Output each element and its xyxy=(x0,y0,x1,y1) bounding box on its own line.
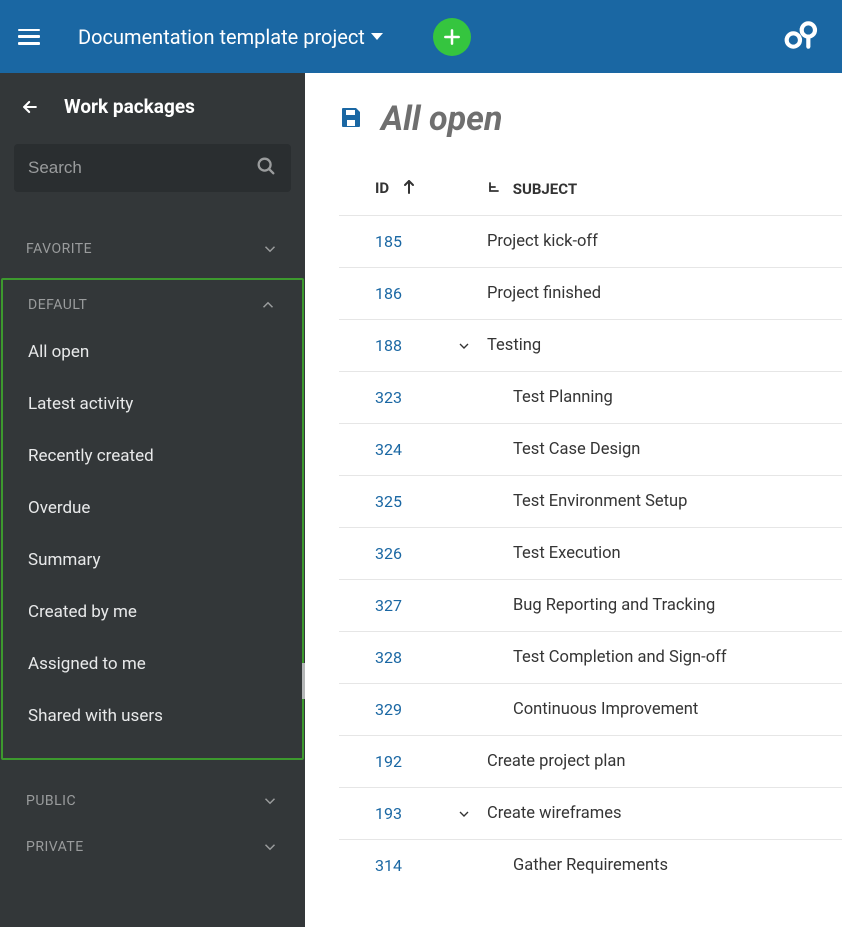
work-package-subject: Create project plan xyxy=(487,752,625,771)
work-package-subject: Testing xyxy=(487,336,541,355)
work-package-subject: Create wireframes xyxy=(487,804,621,823)
work-package-subject: Continuous Improvement xyxy=(487,700,698,719)
project-selector[interactable]: Documentation template project xyxy=(78,25,383,49)
plus-icon xyxy=(442,27,462,47)
section-public[interactable]: PUBLIC xyxy=(20,778,285,824)
work-package-id-link[interactable]: 185 xyxy=(375,232,402,251)
section-private[interactable]: PRIVATE xyxy=(20,824,285,870)
work-package-id-link[interactable]: 314 xyxy=(375,856,402,875)
work-package-id-link[interactable]: 186 xyxy=(375,284,402,303)
work-package-id-link[interactable]: 328 xyxy=(375,648,402,667)
query-item[interactable]: All open xyxy=(22,332,283,378)
hierarchy-icon xyxy=(487,181,501,199)
section-default-label: DEFAULT xyxy=(28,297,87,313)
work-package-id-link[interactable]: 327 xyxy=(375,596,402,615)
work-package-id-link[interactable]: 324 xyxy=(375,440,402,459)
query-item[interactable]: Summary xyxy=(22,534,283,586)
column-header-id[interactable]: ID xyxy=(339,167,449,216)
table-row[interactable]: 327 Bug Reporting and Tracking xyxy=(339,580,842,632)
column-header-subject[interactable]: SUBJECT xyxy=(479,167,842,216)
table-row[interactable]: 328 Test Completion and Sign-off xyxy=(339,632,842,684)
chevron-up-icon xyxy=(259,296,277,314)
query-item[interactable]: Created by me xyxy=(22,586,283,638)
work-package-subject: Project kick-off xyxy=(487,232,598,251)
section-default-highlight: DEFAULT All openLatest activityRecently … xyxy=(1,278,304,760)
table-row[interactable]: 329 Continuous Improvement xyxy=(339,684,842,736)
sidebar: Work packages FAVORITE DEFAULT xyxy=(0,73,305,927)
table-row[interactable]: 324 Test Case Design xyxy=(339,424,842,476)
work-package-subject: Project finished xyxy=(487,284,601,303)
table-row[interactable]: 326 Test Execution xyxy=(339,528,842,580)
caret-down-icon xyxy=(371,33,383,40)
section-public-label: PUBLIC xyxy=(26,793,76,809)
table-row[interactable]: 325 Test Environment Setup xyxy=(339,476,842,528)
chevron-down-icon xyxy=(261,792,279,810)
project-name: Documentation template project xyxy=(78,25,365,49)
query-item[interactable]: Latest activity xyxy=(22,378,283,430)
work-package-id-link[interactable]: 188 xyxy=(375,336,402,355)
work-package-subject: Gather Requirements xyxy=(487,856,668,875)
work-package-subject: Test Planning xyxy=(487,388,613,407)
chevron-down-icon xyxy=(261,240,279,258)
work-package-id-link[interactable]: 193 xyxy=(375,804,402,823)
search-input[interactable] xyxy=(28,158,255,178)
work-package-id-link[interactable]: 326 xyxy=(375,544,402,563)
work-package-id-link[interactable]: 329 xyxy=(375,700,402,719)
table-row[interactable]: 192 Create project plan xyxy=(339,736,842,788)
work-package-id-link[interactable]: 325 xyxy=(375,492,402,511)
save-icon[interactable] xyxy=(339,105,363,133)
work-package-subject: Test Execution xyxy=(487,544,621,563)
table-row[interactable]: 188 Testing xyxy=(339,320,842,372)
section-private-label: PRIVATE xyxy=(26,839,84,855)
sidebar-resize-handle[interactable] xyxy=(302,663,305,699)
section-favorite[interactable]: FAVORITE xyxy=(20,226,285,272)
query-item[interactable]: Overdue xyxy=(22,482,283,534)
hamburger-menu-icon[interactable] xyxy=(18,29,40,45)
table-row[interactable]: 314 Gather Requirements xyxy=(339,840,842,892)
work-package-subject: Bug Reporting and Tracking xyxy=(487,596,715,615)
work-package-subject: Test Completion and Sign-off xyxy=(487,648,727,667)
expand-toggle-icon[interactable] xyxy=(455,805,473,823)
table-row[interactable]: 323 Test Planning xyxy=(339,372,842,424)
expand-toggle-icon[interactable] xyxy=(455,337,473,355)
chevron-down-icon xyxy=(261,838,279,856)
section-favorite-label: FAVORITE xyxy=(26,241,92,257)
sidebar-search[interactable] xyxy=(14,144,291,192)
query-item[interactable]: Assigned to me xyxy=(22,638,283,690)
work-package-subject: Test Environment Setup xyxy=(487,492,687,511)
table-row[interactable]: 185 Project kick-off xyxy=(339,216,842,268)
search-icon[interactable] xyxy=(255,155,277,181)
sidebar-title: Work packages xyxy=(64,95,195,118)
page-title: All open xyxy=(381,99,502,139)
table-row[interactable]: 186 Project finished xyxy=(339,268,842,320)
work-packages-table[interactable]: ID SUBJECT 1 xyxy=(339,167,842,927)
top-bar: Documentation template project xyxy=(0,0,842,73)
main-content: All open ID xyxy=(305,73,842,927)
table-row[interactable]: 193 Create wireframes xyxy=(339,788,842,840)
section-default[interactable]: DEFAULT xyxy=(22,288,283,328)
app-logo-icon[interactable] xyxy=(780,15,820,59)
back-arrow-icon[interactable] xyxy=(20,97,40,117)
work-package-id-link[interactable]: 192 xyxy=(375,752,402,771)
sort-asc-icon xyxy=(403,179,415,199)
query-item[interactable]: Shared with users xyxy=(22,690,283,742)
query-item[interactable]: Recently created xyxy=(22,430,283,482)
add-button[interactable] xyxy=(433,18,471,56)
work-package-subject: Test Case Design xyxy=(487,440,640,459)
work-package-id-link[interactable]: 323 xyxy=(375,388,402,407)
